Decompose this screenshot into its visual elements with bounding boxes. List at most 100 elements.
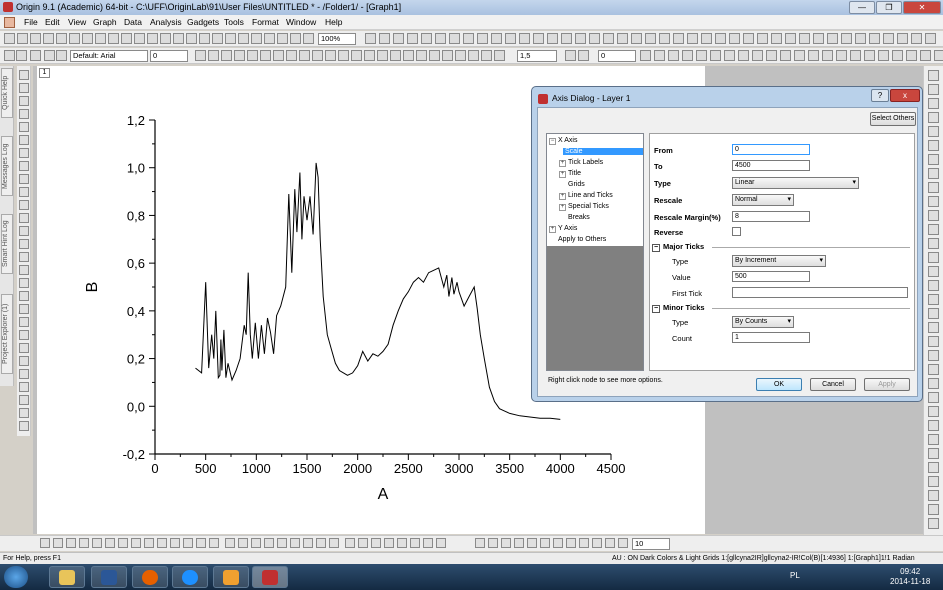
toolbar-button[interactable] <box>527 538 537 548</box>
toolbar-button[interactable] <box>519 33 530 44</box>
toolbar-button[interactable] <box>19 187 29 197</box>
toolbar-button[interactable] <box>19 395 29 405</box>
toolbar-button[interactable] <box>579 538 589 548</box>
toolbar-button[interactable] <box>92 538 102 548</box>
y-axis-label[interactable]: B <box>84 282 101 293</box>
font-combo[interactable]: Default: Arial <box>70 50 148 62</box>
toolbar-button[interactable] <box>771 33 782 44</box>
toolbar-button[interactable] <box>883 33 894 44</box>
toolbar-button[interactable] <box>183 538 193 548</box>
toolbar-button[interactable] <box>505 33 516 44</box>
taskbar-media[interactable] <box>213 566 249 588</box>
toolbar-button[interactable] <box>170 538 180 548</box>
toolbar-button[interactable] <box>928 196 939 207</box>
toolbar-button[interactable] <box>928 350 939 361</box>
toolbar-button[interactable] <box>701 33 712 44</box>
toolbar-button[interactable] <box>186 33 197 44</box>
menu-data[interactable]: Data <box>124 17 142 27</box>
tree-grids[interactable]: Grids <box>568 181 585 188</box>
ok-button[interactable]: OK <box>756 378 802 391</box>
toolbar-button[interactable] <box>19 356 29 366</box>
toolbar-button[interactable] <box>928 224 939 235</box>
toolbar-button[interactable] <box>463 33 474 44</box>
toolbar-button[interactable] <box>540 538 550 548</box>
toolbar-button[interactable] <box>928 434 939 445</box>
toolbar-button[interactable] <box>19 330 29 340</box>
toolbar-button[interactable] <box>785 33 796 44</box>
toolbar-button[interactable] <box>553 538 563 548</box>
toolbar-button[interactable] <box>225 538 235 548</box>
toolbar-button[interactable] <box>455 50 466 61</box>
toolbar-button[interactable] <box>19 408 29 418</box>
toolbar-button[interactable] <box>208 50 219 61</box>
toolbar-button[interactable] <box>384 538 394 548</box>
toolbar-button[interactable] <box>799 33 810 44</box>
toolbar-button[interactable] <box>144 538 154 548</box>
taskbar-word[interactable] <box>91 566 127 588</box>
toolbar-button[interactable] <box>196 538 206 548</box>
toolbar-button[interactable] <box>808 50 819 61</box>
toolbar-button[interactable] <box>605 538 615 548</box>
toolbar-button[interactable] <box>79 538 89 548</box>
help-button[interactable]: ? <box>871 89 889 102</box>
toolbar-button[interactable] <box>566 538 576 548</box>
toolbar-button[interactable] <box>752 50 763 61</box>
toolbar-button[interactable] <box>19 226 29 236</box>
toolbar-button[interactable] <box>95 33 106 44</box>
menu-edit[interactable]: Edit <box>45 17 60 27</box>
toolbar-button[interactable] <box>329 538 339 548</box>
toolbar-button[interactable] <box>19 135 29 145</box>
toolbar-button[interactable] <box>260 50 271 61</box>
toolbar-button[interactable] <box>928 112 939 123</box>
toolbar-button[interactable] <box>4 33 15 44</box>
toolbar-button[interactable] <box>43 33 54 44</box>
tree-x-axis[interactable]: X Axis <box>558 137 577 144</box>
toolbar-button[interactable] <box>841 33 852 44</box>
tree-tick-labels[interactable]: Tick Labels <box>568 159 603 166</box>
toolbar-button[interactable] <box>17 33 28 44</box>
layer-indicator[interactable]: 1 <box>39 68 50 78</box>
toolbar-button[interactable] <box>19 213 29 223</box>
toolbar-button[interactable] <box>715 33 726 44</box>
toolbar-button[interactable] <box>640 50 651 61</box>
toolbar-button[interactable] <box>813 33 824 44</box>
toolbar-button[interactable] <box>19 122 29 132</box>
toolbar-button[interactable] <box>477 33 488 44</box>
toolbar-button[interactable] <box>928 154 939 165</box>
toolbar-button[interactable] <box>836 50 847 61</box>
toolbar-button[interactable] <box>592 538 602 548</box>
toolbar-button[interactable] <box>780 50 791 61</box>
clock[interactable]: 09:42 2014-11-18 <box>890 567 930 587</box>
apply-button[interactable]: Apply <box>864 378 910 391</box>
toolbar-button[interactable] <box>928 266 939 277</box>
toolbar-button[interactable] <box>299 50 310 61</box>
toolbar-button[interactable] <box>928 210 939 221</box>
toolbar-button[interactable] <box>494 50 505 61</box>
toolbar-button[interactable] <box>19 148 29 158</box>
toolbar-button[interactable] <box>911 33 922 44</box>
toolbar-button[interactable] <box>928 392 939 403</box>
toolbar-button[interactable] <box>53 538 63 548</box>
toolbar-button[interactable] <box>654 50 665 61</box>
toolbar-button[interactable] <box>488 538 498 548</box>
toolbar-button[interactable] <box>251 33 262 44</box>
toolbar-button[interactable] <box>618 538 628 548</box>
bottom-zoom-combo[interactable]: 10 <box>632 538 670 550</box>
taskbar-explorer[interactable] <box>49 566 85 588</box>
toolbar-button[interactable] <box>157 538 167 548</box>
value-input[interactable]: 500 <box>732 271 810 282</box>
toolbar-button[interactable] <box>286 50 297 61</box>
toolbar-button[interactable] <box>696 50 707 61</box>
toolbar-button[interactable] <box>928 98 939 109</box>
menu-file[interactable]: File <box>24 17 38 27</box>
toolbar-button[interactable] <box>19 161 29 171</box>
toolbar-button[interactable] <box>928 476 939 487</box>
toolbar-button[interactable] <box>290 538 300 548</box>
menu-window[interactable]: Window <box>286 17 316 27</box>
toolbar-button[interactable] <box>19 382 29 392</box>
toolbar-button[interactable] <box>19 109 29 119</box>
special-ticks-expand-icon[interactable]: + <box>559 204 566 211</box>
taskbar-origin[interactable] <box>252 566 288 588</box>
toolbar-button[interactable] <box>421 33 432 44</box>
toolbar-button[interactable] <box>928 280 939 291</box>
